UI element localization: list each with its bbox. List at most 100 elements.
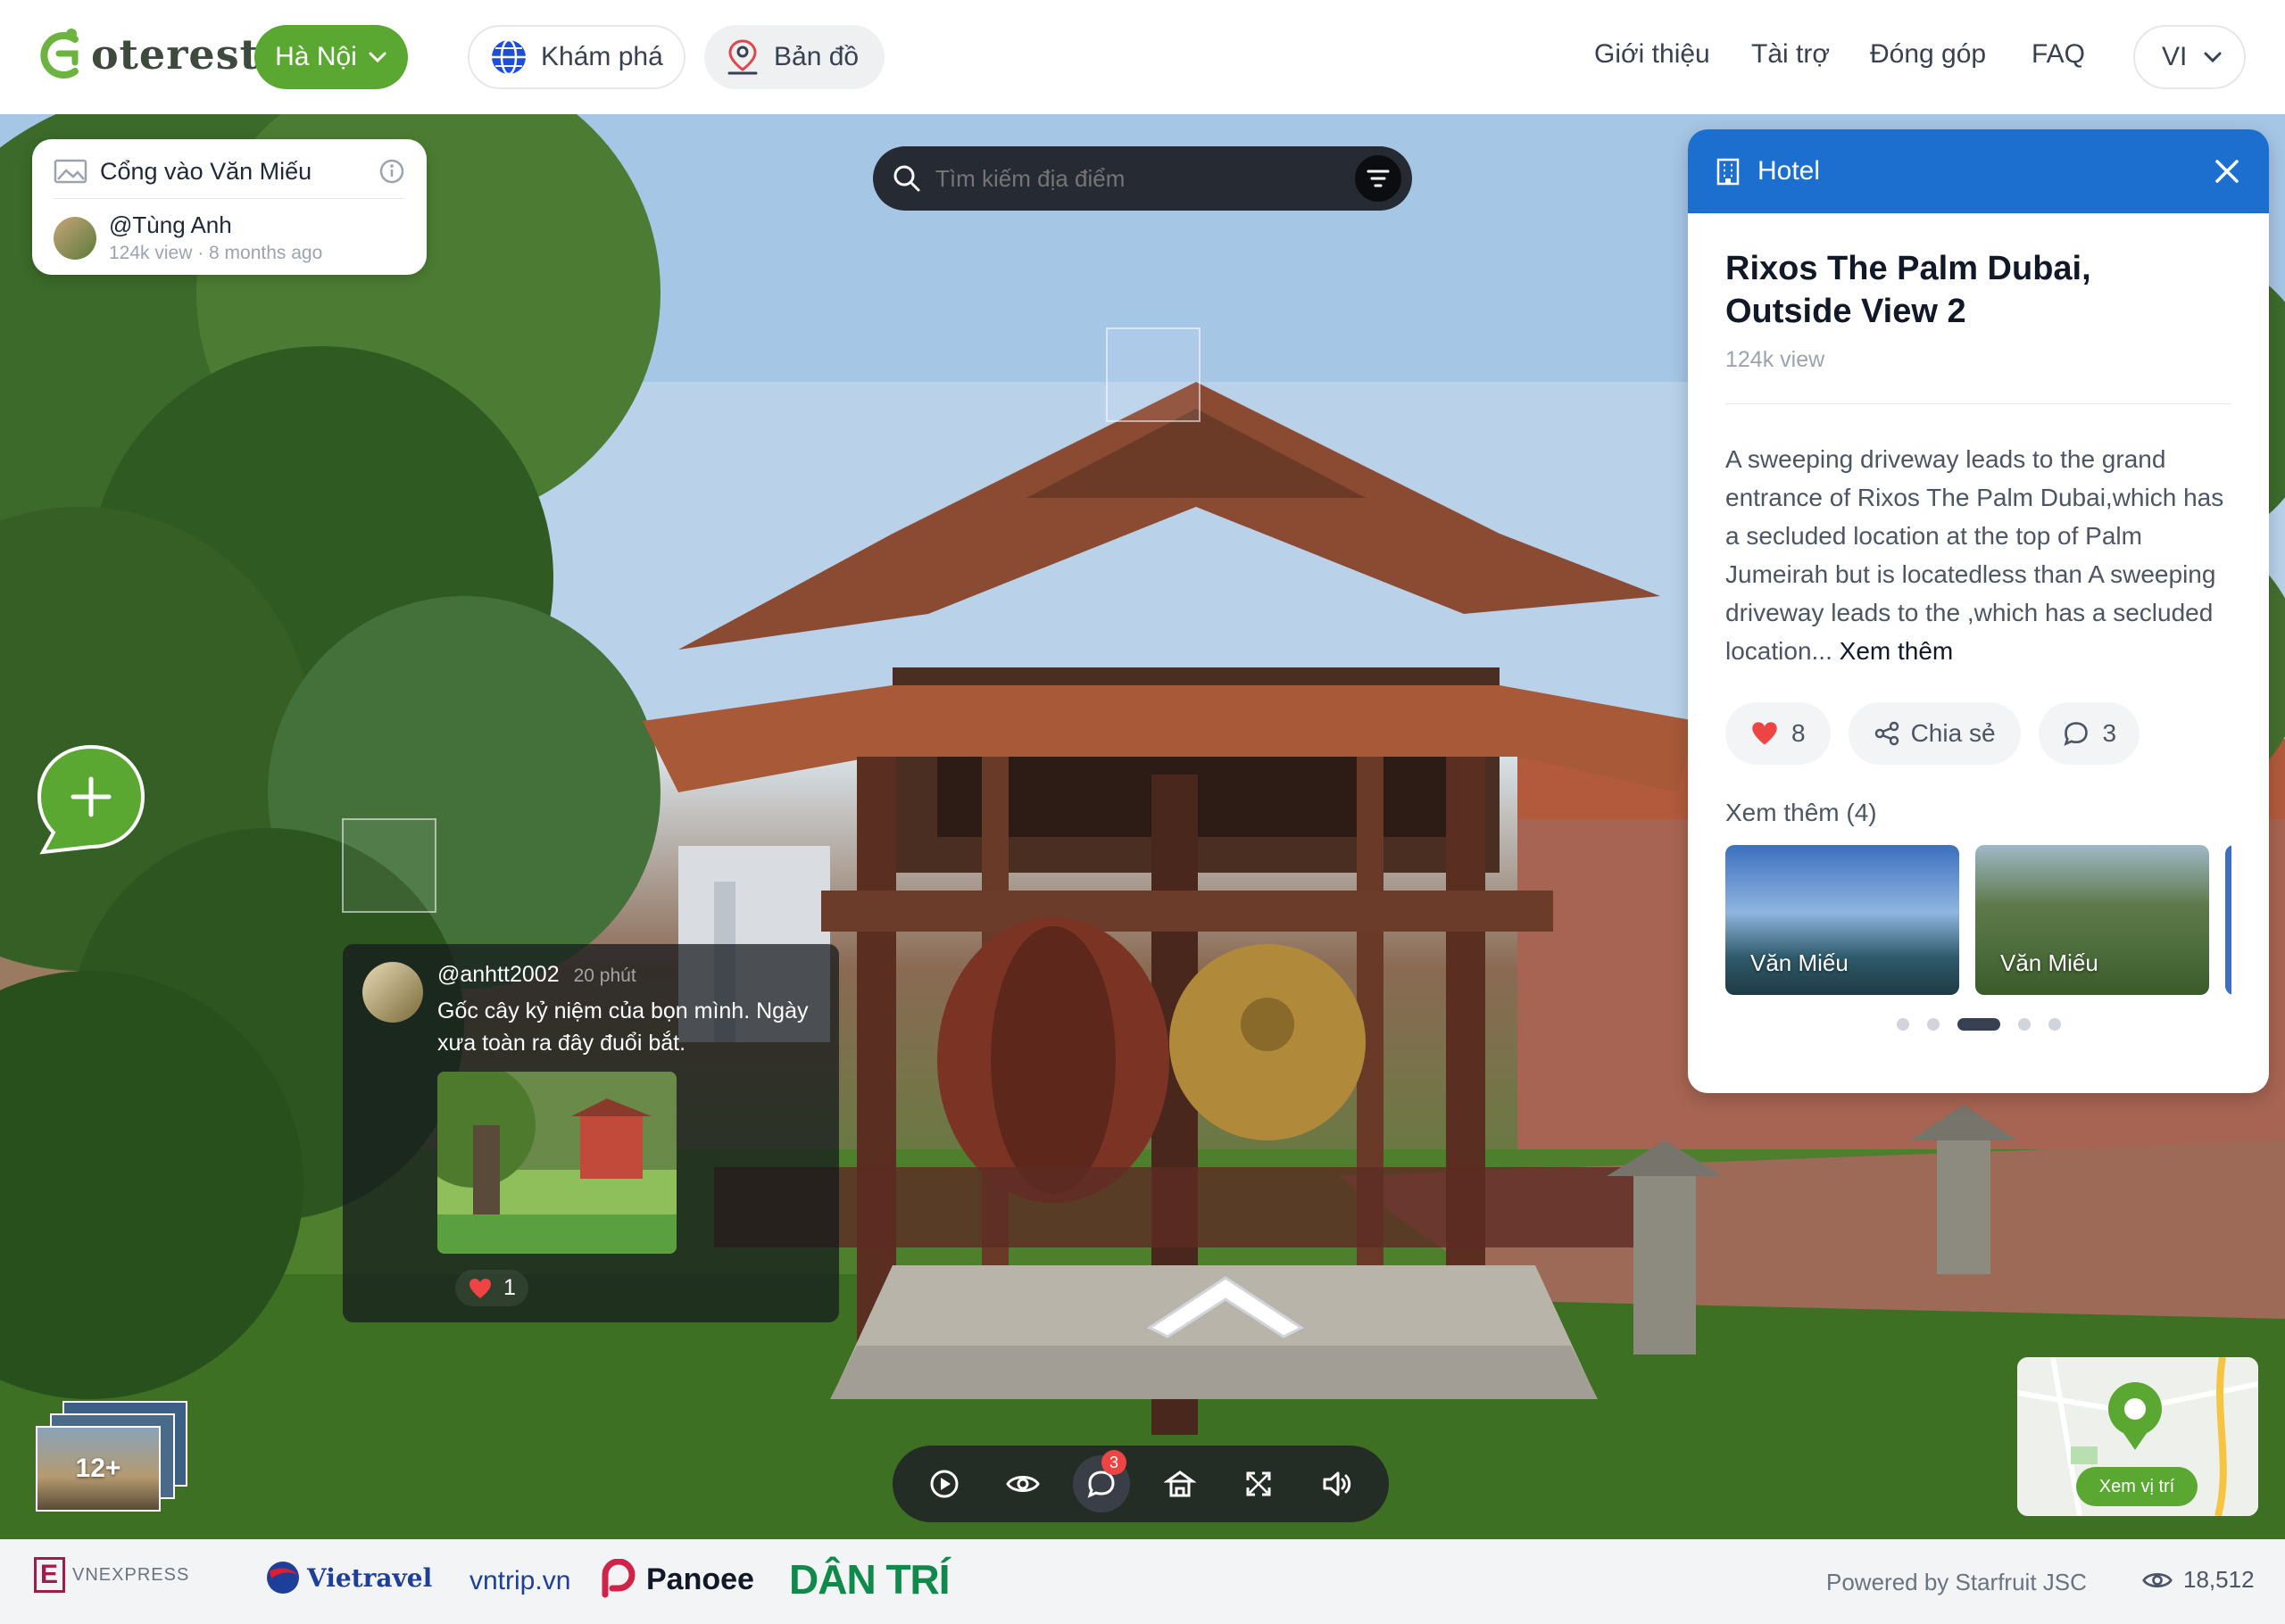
filter-button[interactable] bbox=[1355, 155, 1401, 202]
view-toggle-button[interactable] bbox=[994, 1455, 1051, 1512]
author-name[interactable]: @Tùng Anh bbox=[109, 211, 322, 239]
nav-sponsor[interactable]: Tài trợ bbox=[1751, 39, 1830, 70]
volume-icon bbox=[1323, 1471, 1351, 1496]
hotel-icon bbox=[1164, 1471, 1196, 1497]
see-more-title: Xem thêm (4) bbox=[1725, 799, 1877, 826]
pagination-dot-active[interactable] bbox=[1957, 1018, 2000, 1031]
pagination-dot[interactable] bbox=[1926, 1018, 1940, 1031]
comment-user[interactable]: @anhtt2002 bbox=[437, 962, 560, 988]
comments-button[interactable]: 3 bbox=[1073, 1450, 1130, 1512]
view-location-button[interactable]: Xem vị trí bbox=[2076, 1467, 2198, 1506]
comments-count-button[interactable]: 3 bbox=[2038, 702, 2140, 765]
eye-icon bbox=[2142, 1572, 2173, 1587]
hotel-description: A sweeping driveway leads to the grand e… bbox=[1725, 440, 2231, 670]
hotel-panel-header: Hotel bbox=[1688, 129, 2269, 213]
partner-logo-vietravel[interactable]: Vietravel bbox=[264, 1559, 432, 1596]
avatar[interactable] bbox=[362, 962, 423, 1023]
comment-text: Gốc cây kỷ niệm của bọn mình. Ngày xưa t… bbox=[437, 998, 809, 1056]
like-button[interactable]: 8 bbox=[1725, 702, 1831, 765]
top-navigation: oterest Hà Nội Khám phá Bản đồ Giới thiệ… bbox=[0, 0, 2285, 114]
share-icon bbox=[1874, 721, 1899, 746]
heart-icon bbox=[469, 1278, 491, 1298]
partner-logo-panoee[interactable]: Panoee bbox=[600, 1559, 754, 1600]
partner-name: Vietravel bbox=[307, 1562, 433, 1593]
gallery-stack[interactable]: 12+ bbox=[36, 1401, 189, 1515]
hotel-views: 124k view bbox=[1725, 347, 1825, 372]
nav-about[interactable]: Giới thiệu bbox=[1594, 39, 1710, 70]
related-thumbnail[interactable]: Văn Miếu bbox=[1725, 845, 1959, 995]
partner-logo-vnexpress[interactable]: E VNEXPRESS bbox=[32, 1557, 189, 1593]
location-info-card: Cổng vào Văn Miếu @Tùng Anh 124k view · … bbox=[32, 139, 427, 275]
nav-contribute[interactable]: Đóng góp bbox=[1870, 39, 1986, 70]
hotel-panel: Hotel Rixos The Palm Dubai, Outside View… bbox=[1688, 129, 2269, 1093]
chevron-up-icon bbox=[1147, 1276, 1304, 1338]
pagination-dot[interactable] bbox=[1896, 1018, 1909, 1031]
search-bar bbox=[873, 146, 1412, 211]
partner-name: vntrip.vn bbox=[469, 1566, 571, 1595]
language-selector[interactable]: VI bbox=[2133, 25, 2246, 89]
comment-icon bbox=[2063, 722, 2088, 746]
city-label: Hà Nội bbox=[275, 42, 357, 71]
related-thumbnail[interactable]: Văn Miếu bbox=[1975, 845, 2209, 995]
language-label: VI bbox=[2162, 42, 2188, 71]
hotel-description-text: A sweeping driveway leads to the grand e… bbox=[1725, 445, 2224, 665]
comment-photo-image bbox=[437, 1072, 677, 1254]
nav-faq[interactable]: FAQ bbox=[2032, 39, 2085, 70]
hotel-category: Hotel bbox=[1757, 156, 1821, 186]
pagination-dot[interactable] bbox=[2017, 1018, 2031, 1031]
read-more-link[interactable]: Xem thêm bbox=[1840, 637, 1954, 665]
total-views: 18,512 bbox=[2142, 1566, 2255, 1594]
globe-icon bbox=[492, 38, 526, 76]
volume-button[interactable] bbox=[1309, 1455, 1366, 1512]
play-button[interactable] bbox=[916, 1455, 973, 1512]
gallery-thumb: 12+ bbox=[36, 1426, 161, 1512]
logo-text: oterest bbox=[91, 30, 260, 79]
location-meta: 124k view · 8 months ago bbox=[109, 243, 323, 263]
search-input[interactable] bbox=[935, 164, 1355, 193]
comment-like-button[interactable]: 1 bbox=[455, 1270, 528, 1306]
heart-icon bbox=[1752, 722, 1777, 745]
partner-logo-dantri[interactable]: DÂN TRÍ bbox=[789, 1555, 951, 1603]
eye-icon bbox=[1006, 1476, 1040, 1492]
chevron-down-icon bbox=[369, 52, 386, 63]
comment-count: 3 bbox=[2102, 719, 2117, 747]
avatar[interactable] bbox=[54, 216, 96, 260]
image-icon bbox=[54, 159, 87, 184]
explore-button[interactable]: Khám phá bbox=[468, 25, 686, 89]
building-icon bbox=[1716, 158, 1740, 186]
share-button[interactable]: Chia sẻ bbox=[1848, 702, 2021, 765]
like-count: 8 bbox=[1791, 719, 1806, 747]
add-comment-icon bbox=[37, 744, 145, 855]
city-selector[interactable]: Hà Nội bbox=[254, 25, 408, 89]
partner-logo-vntrip[interactable]: vntrip.vn bbox=[469, 1566, 570, 1596]
panorama-viewer[interactable]: Cổng vào Văn Miếu @Tùng Anh 124k view · … bbox=[0, 114, 2285, 1539]
vietravel-logo-icon bbox=[267, 1562, 299, 1594]
logo[interactable]: oterest bbox=[36, 27, 260, 82]
hotel-title: Rixos The Palm Dubai, Outside View 2 bbox=[1725, 250, 2091, 330]
info-icon[interactable] bbox=[378, 158, 405, 185]
search-icon bbox=[893, 165, 920, 192]
hotel-button[interactable] bbox=[1151, 1455, 1209, 1512]
map-label: Bản đồ bbox=[774, 42, 860, 71]
share-label: Chia sẻ bbox=[1910, 719, 1996, 747]
filter-icon bbox=[1367, 170, 1390, 187]
explore-label: Khám phá bbox=[541, 42, 663, 71]
panoee-logo-icon bbox=[602, 1559, 636, 1598]
related-thumbnail-partial[interactable] bbox=[2225, 845, 2231, 995]
move-forward-arrow[interactable] bbox=[1142, 1265, 1309, 1346]
comment-photo[interactable] bbox=[437, 1072, 677, 1254]
chevron-down-icon bbox=[2204, 52, 2222, 63]
minimap[interactable]: Xem vị trí bbox=[2017, 1357, 2258, 1516]
comment-like-count: 1 bbox=[503, 1275, 516, 1300]
partner-footer: E VNEXPRESS Vietravel vntrip.vn Panoee D… bbox=[0, 1539, 2285, 1624]
logo-icon bbox=[40, 29, 79, 79]
add-button[interactable] bbox=[34, 742, 150, 858]
pagination-dot[interactable] bbox=[2048, 1018, 2061, 1031]
map-pin-icon bbox=[727, 39, 758, 75]
map-button[interactable]: Bản đồ bbox=[704, 25, 885, 89]
thumbnail-label: Văn Miếu bbox=[1750, 949, 1849, 976]
close-icon[interactable] bbox=[2212, 156, 2242, 186]
fullscreen-button[interactable] bbox=[1230, 1455, 1287, 1512]
partner-name: Panoee bbox=[646, 1562, 754, 1596]
comment-time: 20 phút bbox=[573, 965, 636, 986]
